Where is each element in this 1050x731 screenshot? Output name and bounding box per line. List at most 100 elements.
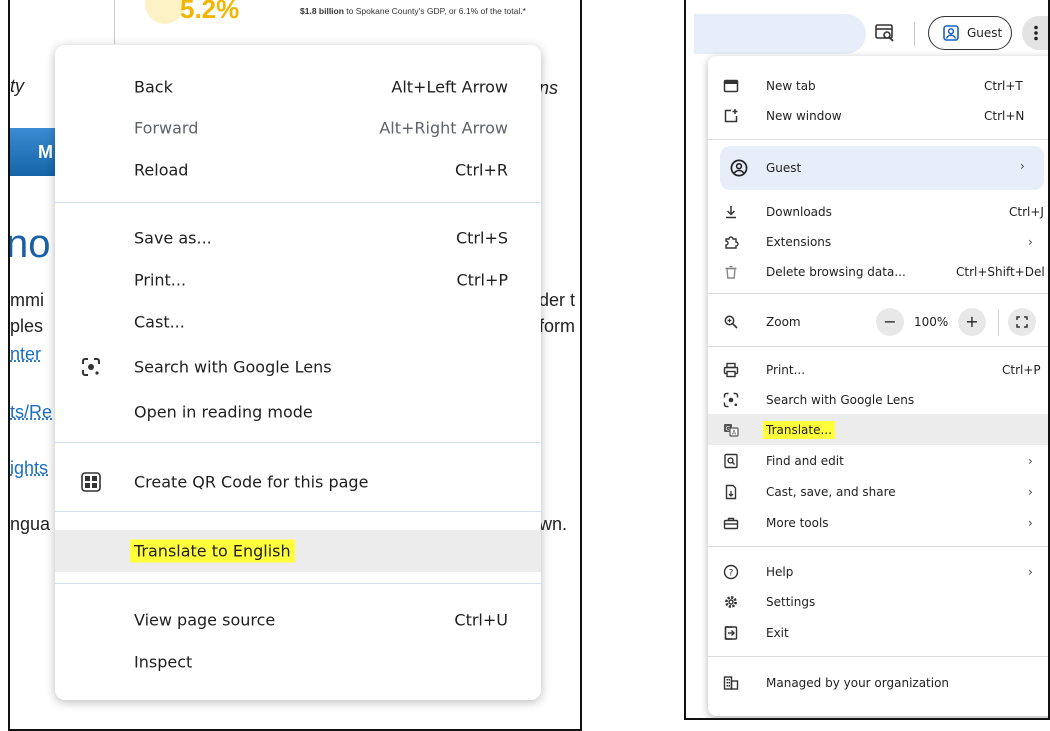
chrome-menu-panel: Guest New tab Ctrl+T New window Ctrl+N G…	[684, 0, 1050, 720]
fullscreen-icon	[1016, 316, 1028, 328]
address-bar[interactable]	[694, 14, 866, 54]
menu-guest-profile[interactable]: Guest ›	[720, 146, 1044, 190]
zoom-value: 100%	[914, 315, 949, 329]
stat-value: 5.2%	[180, 0, 240, 24]
fullscreen-button[interactable]	[1008, 308, 1036, 336]
printer-icon	[723, 362, 739, 377]
page-link-fragment[interactable]: ights	[10, 458, 48, 479]
ctx-save-as-shortcut: Ctrl+S	[455, 228, 508, 248]
zoom-divider	[998, 310, 999, 336]
find-page-icon	[724, 453, 738, 468]
page-text-fragment: ples	[10, 316, 44, 336]
stat-description: $1.8 billion to Spokane County's GDP, or…	[300, 6, 526, 16]
page-text-fragment: ngua	[10, 514, 51, 534]
profile-guest-button[interactable]: Guest	[928, 16, 1012, 50]
menu-help-label: Help	[766, 564, 794, 579]
menu-exit[interactable]: Exit	[708, 617, 1048, 648]
zoom-out-button[interactable]: −	[876, 308, 904, 336]
toolbox-icon	[723, 517, 739, 529]
menu-google-lens[interactable]: Search with Google Lens	[708, 384, 1048, 415]
google-lens-icon	[723, 392, 739, 407]
menu-help[interactable]: ? Help ›	[708, 556, 1048, 587]
ctx-reading-mode[interactable]: Open in reading mode	[55, 392, 541, 432]
ctx-cast[interactable]: Cast...	[55, 302, 541, 342]
chevron-right-icon: ›	[1028, 484, 1033, 499]
menu-more-tools[interactable]: More tools ›	[708, 507, 1048, 538]
menu-find-edit-label: Find and edit	[766, 453, 844, 468]
menu-exit-label: Exit	[766, 625, 789, 640]
ctx-separator	[55, 442, 541, 443]
stat-desc-text: to Spokane County's GDP, or 6.1% of the …	[343, 6, 526, 16]
ctx-reload[interactable]: Reload Ctrl+R	[55, 150, 541, 190]
translate-icon: G A	[724, 423, 739, 436]
chevron-right-icon: ›	[1028, 515, 1033, 530]
ctx-reload-label: Reload	[134, 160, 189, 180]
ctx-view-source-label: View page source	[134, 610, 276, 630]
page-link-fragment[interactable]: ts/Re	[10, 402, 52, 423]
ctx-google-lens-label: Search with Google Lens	[134, 357, 332, 377]
tab-search-icon[interactable]	[874, 22, 896, 44]
ctx-separator	[55, 511, 541, 512]
ctx-translate-wrap: Translate to English	[130, 539, 295, 563]
menu-print[interactable]: Print... Ctrl+P	[708, 354, 1048, 385]
ctx-reload-shortcut: Ctrl+R	[455, 160, 508, 180]
ctx-back-label: Back	[134, 77, 173, 97]
menu-delete-data-shortcut: Ctrl+Shift+Del	[956, 264, 1045, 279]
menu-new-window-shortcut: Ctrl+N	[984, 108, 1025, 123]
ctx-separator	[55, 583, 541, 584]
menu-managed-by-org[interactable]: Managed by your organization	[708, 667, 1048, 698]
chrome-menu-button[interactable]	[1022, 16, 1048, 50]
ctx-print[interactable]: Print... Ctrl+P	[55, 260, 541, 300]
chevron-right-icon: ›	[1028, 564, 1033, 579]
download-icon	[726, 205, 736, 218]
menu-new-tab-shortcut: Ctrl+T	[984, 78, 1023, 93]
ctx-forward[interactable]: Forward Alt+Right Arrow	[55, 108, 541, 148]
menu-translate-label: Translate...	[763, 420, 835, 439]
page-text-fragment: mmi	[10, 290, 44, 310]
menu-separator	[708, 546, 1048, 547]
menu-delete-browsing-data[interactable]: Delete browsing data... Ctrl+Shift+Del	[708, 256, 1048, 287]
menu-delete-data-label: Delete browsing data...	[766, 264, 906, 279]
menu-extensions[interactable]: Extensions ›	[708, 226, 1048, 257]
qr-code-icon	[81, 472, 101, 492]
new-window-icon	[724, 108, 738, 122]
ctx-forward-shortcut: Alt+Right Arrow	[379, 118, 508, 138]
ctx-translate[interactable]: Translate to English	[55, 530, 541, 572]
page-link-fragment[interactable]: nter	[10, 344, 41, 365]
exit-icon	[724, 625, 738, 640]
menu-print-shortcut: Ctrl+P	[1002, 362, 1041, 377]
webpage-context-panel: 5.2% $1.8 billion to Spokane County's GD…	[8, 0, 582, 731]
menu-new-window[interactable]: New window Ctrl+N	[708, 100, 1048, 131]
menu-settings-label: Settings	[766, 594, 816, 609]
page-text-fragment: wn.	[539, 514, 568, 534]
menu-cast-save-share-label: Cast, save, and share	[766, 484, 896, 499]
ctx-forward-label: Forward	[134, 118, 199, 138]
menu-find-edit[interactable]: Find and edit ›	[708, 445, 1048, 476]
page-text-fragment: der t	[539, 290, 576, 310]
menu-extensions-label: Extensions	[766, 234, 832, 249]
menu-settings[interactable]: Settings	[708, 586, 1048, 617]
ctx-save-as[interactable]: Save as... Ctrl+S	[55, 218, 541, 258]
menu-cast-save-share[interactable]: Cast, save, and share ›	[708, 476, 1048, 507]
menu-guest-label: Guest	[766, 161, 802, 175]
menu-translate[interactable]: G A Translate...	[708, 414, 1048, 445]
menu-print-label: Print...	[766, 362, 806, 377]
page-text-fragment: form	[539, 316, 575, 336]
chevron-right-icon: ›	[1020, 159, 1025, 173]
building-icon	[723, 675, 739, 690]
chrome-main-menu: New tab Ctrl+T New window Ctrl+N Guest ›	[708, 56, 1048, 716]
menu-translate-wrap: Translate...	[763, 420, 835, 439]
menu-new-tab[interactable]: New tab Ctrl+T	[708, 70, 1048, 101]
zoom-in-button[interactable]: +	[958, 308, 986, 336]
ctx-inspect-label: Inspect	[134, 652, 193, 672]
ctx-view-source[interactable]: View page source Ctrl+U	[55, 600, 541, 640]
trash-icon	[725, 265, 737, 279]
menu-downloads[interactable]: Downloads Ctrl+J	[708, 196, 1048, 227]
ctx-qr-code[interactable]: Create QR Code for this page	[55, 462, 541, 502]
ctx-reading-mode-label: Open in reading mode	[134, 402, 313, 422]
ctx-google-lens[interactable]: Search with Google Lens	[55, 347, 541, 387]
ctx-back[interactable]: Back Alt+Left Arrow	[55, 67, 541, 107]
ctx-inspect[interactable]: Inspect	[55, 642, 541, 682]
ctx-print-shortcut: Ctrl+P	[456, 270, 508, 290]
ctx-cast-label: Cast...	[134, 312, 185, 332]
